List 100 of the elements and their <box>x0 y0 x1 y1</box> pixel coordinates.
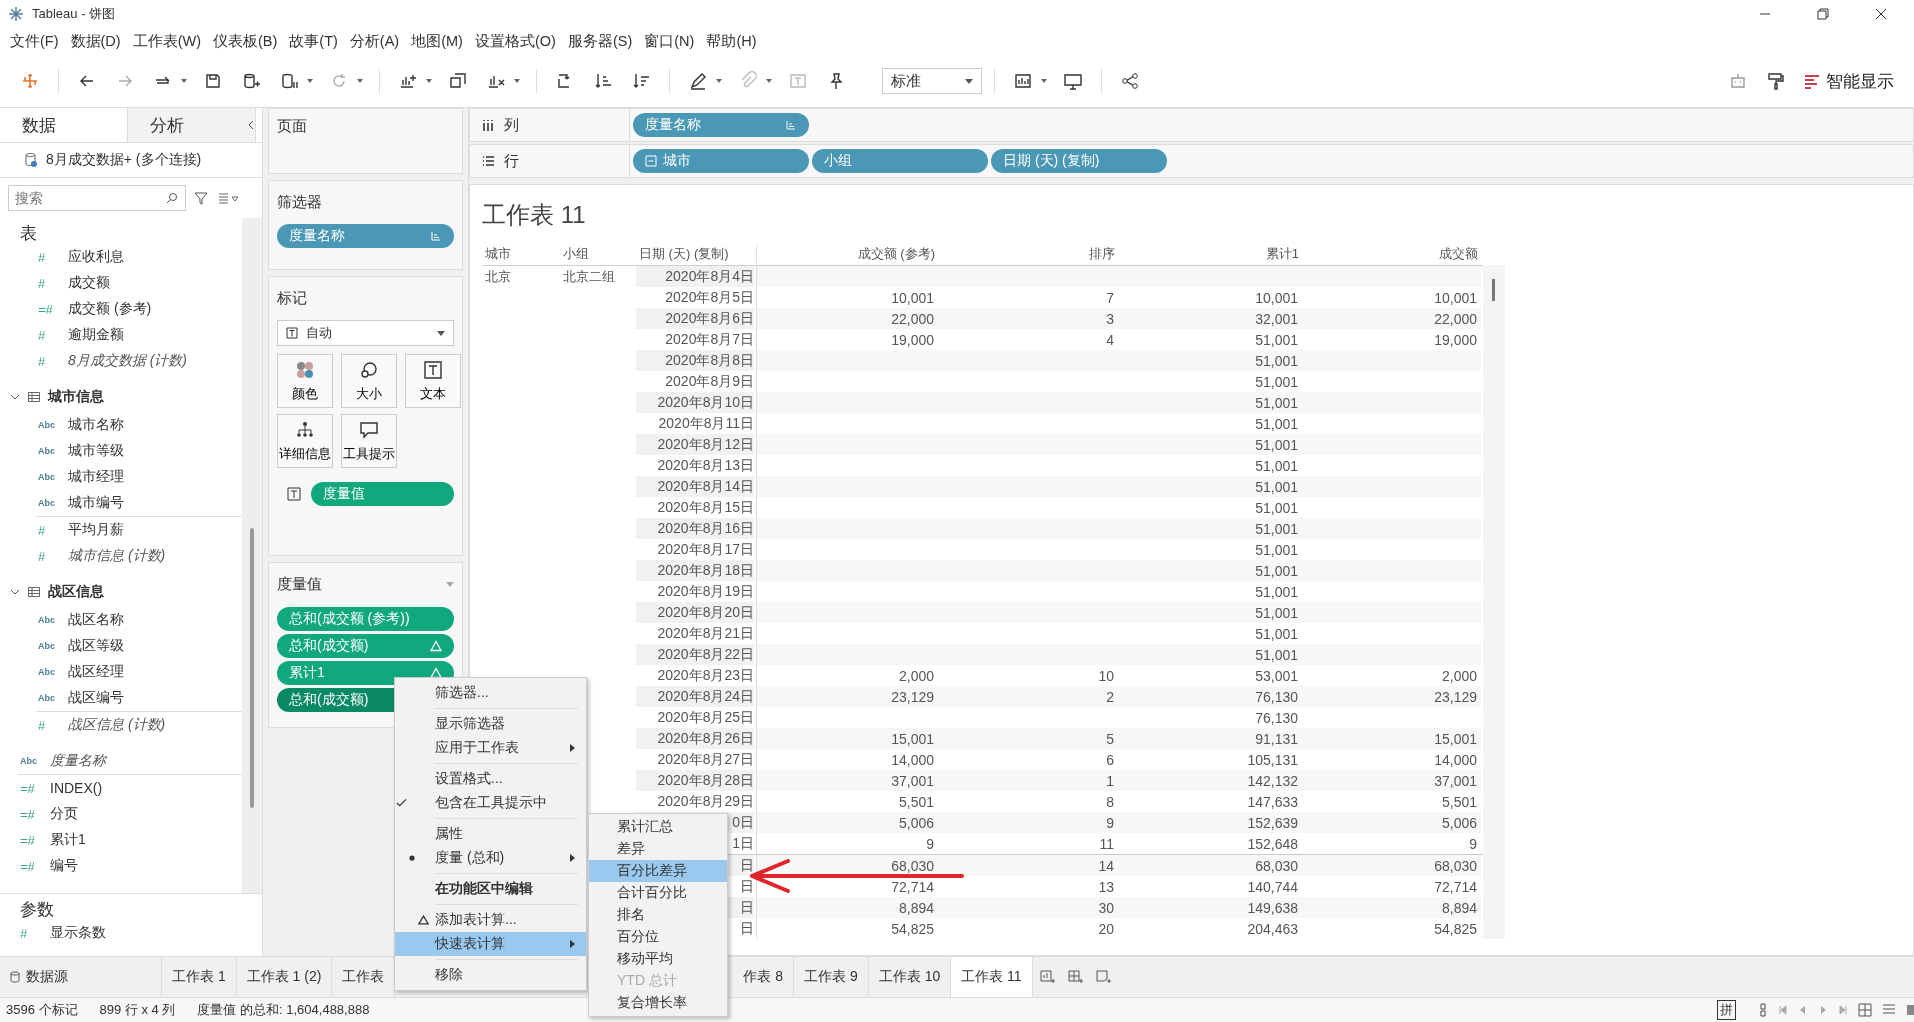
list-view-icon[interactable] <box>218 192 238 204</box>
caret-icon[interactable] <box>307 79 313 83</box>
menu-item[interactable]: 文件(F) <box>4 32 65 51</box>
data-source-name[interactable]: 8月成交数据+ (多个连接) <box>46 151 202 169</box>
menu-item[interactable]: 属性 <box>395 822 586 846</box>
field-item[interactable]: 8月成交数据 (计数) <box>68 352 187 370</box>
menu-item[interactable]: 合计百分比 <box>589 882 727 904</box>
menu-item[interactable]: 分析(A) <box>343 32 406 51</box>
field-item[interactable]: 战区经理 <box>68 663 124 681</box>
caret-icon[interactable] <box>514 79 520 83</box>
menu-item[interactable]: 添加表计算... <box>395 908 586 932</box>
menu-item[interactable]: 故事(T) <box>283 32 344 51</box>
caret-icon[interactable] <box>357 79 363 83</box>
share-icon[interactable] <box>1120 71 1140 91</box>
field-item[interactable]: 编号 <box>50 857 78 875</box>
field-item[interactable]: 应收利息 <box>68 248 124 266</box>
table-name[interactable]: 城市信息 <box>48 388 104 406</box>
grid-view-icon[interactable] <box>1858 1003 1872 1017</box>
scrollbar-thumb[interactable] <box>1492 279 1495 301</box>
field-item[interactable]: 成交额 <box>68 274 110 292</box>
menu-item[interactable]: 快速表计算 <box>395 932 586 956</box>
save-icon[interactable] <box>203 71 223 91</box>
caret-icon[interactable] <box>181 79 187 83</box>
menu-item[interactable]: 地图(M) <box>405 32 469 51</box>
field-item[interactable]: 战区信息 (计数) <box>68 716 166 734</box>
paint-roller-icon[interactable] <box>1766 71 1786 91</box>
field-item[interactable]: 平均月薪 <box>68 521 124 539</box>
menu-item[interactable]: 在功能区中编辑 <box>395 877 586 901</box>
table-cell: 9 <box>1106 814 1114 831</box>
menu-item[interactable]: 服务器(S) <box>561 32 639 51</box>
menu-item[interactable]: 窗口(N) <box>638 32 701 51</box>
maximize-icon[interactable] <box>1817 8 1829 20</box>
field-item[interactable]: 度量名称 <box>50 752 106 770</box>
show-me-button[interactable]: 智能显示 <box>1798 65 1900 97</box>
parameter-item[interactable]: 显示条数 <box>50 924 106 942</box>
table-cell: 9 <box>1469 835 1477 852</box>
bar-chart-icon[interactable] <box>1013 71 1033 91</box>
menu-item[interactable]: 数据(D) <box>64 32 127 51</box>
collapse-chevron-icon[interactable] <box>248 120 254 130</box>
menu-item[interactable]: 百分位 <box>589 926 727 948</box>
field-item[interactable]: INDEX() <box>50 780 103 796</box>
field-item[interactable]: 城市等级 <box>68 442 124 460</box>
duplicate-icon[interactable] <box>448 71 468 91</box>
expand-chevron-icon[interactable] <box>10 392 20 402</box>
field-item[interactable]: 战区等级 <box>68 637 124 655</box>
text-mark-button[interactable]: 文本 <box>405 354 461 408</box>
caret-icon[interactable] <box>716 79 722 83</box>
scrollbar-thumb[interactable] <box>250 528 254 808</box>
pane-tab[interactable]: 分析 <box>128 108 256 142</box>
menu-item[interactable]: 包含在工具提示中 <box>395 791 586 815</box>
field-item[interactable]: 成交额 (参考) <box>68 300 152 318</box>
field-item[interactable]: 城市编号 <box>68 494 124 512</box>
field-item[interactable]: 逾期金额 <box>68 326 124 344</box>
menu-item[interactable]: 帮助(H) <box>700 32 763 51</box>
table-name[interactable]: 战区信息 <box>48 583 104 601</box>
field-item[interactable]: 分页 <box>50 805 78 823</box>
menu-item[interactable]: 复合增长率 <box>589 992 727 1014</box>
menu-item[interactable]: 累计汇总 <box>589 816 727 838</box>
sheet-tab[interactable]: 工作表 11 <box>951 957 1033 997</box>
field-item[interactable]: 城市信息 (计数) <box>68 547 166 565</box>
caret-icon[interactable] <box>1041 79 1047 83</box>
expand-chevron-icon[interactable] <box>10 587 20 597</box>
input-method-indicator[interactable]: 拼 <box>1717 1000 1736 1020</box>
new-dashboard-icon[interactable] <box>1066 969 1083 985</box>
tooltip-mark-button[interactable]: 工具提示 <box>341 414 397 468</box>
new-story-icon[interactable] <box>1094 969 1111 985</box>
field-type-icon: Abc <box>38 420 60 430</box>
search-field[interactable]: 搜索 <box>8 185 186 211</box>
date-cell: 2020年8月16日 <box>657 519 754 538</box>
field-item[interactable]: 累计1 <box>50 831 86 849</box>
field-item[interactable]: 城市名称 <box>68 416 124 434</box>
menu-item[interactable]: 仪表板(B) <box>207 32 284 51</box>
menu-item[interactable]: 显示筛选器 <box>395 712 586 736</box>
mark-type-dropdown[interactable]: 自动 <box>277 320 454 346</box>
caret-icon[interactable] <box>766 79 772 83</box>
size-mark-button[interactable]: 大小 <box>341 354 397 408</box>
new-worksheet-icon[interactable] <box>1038 969 1055 985</box>
presentation-icon[interactable] <box>1063 71 1083 91</box>
new-data-source-icon[interactable] <box>241 71 261 91</box>
close-icon[interactable] <box>1875 8 1887 20</box>
fit-dropdown[interactable]: 标准 <box>882 68 982 94</box>
caret-icon[interactable] <box>426 79 432 83</box>
detail-mark-button[interactable]: 详细信息 <box>277 414 333 468</box>
menu-item[interactable]: 移动平均 <box>589 948 727 970</box>
menu-item[interactable]: 设置格式(O) <box>468 32 562 51</box>
menu-item[interactable]: 设置格式... <box>395 767 586 791</box>
field-item[interactable]: 战区名称 <box>68 611 124 629</box>
menu-item[interactable]: 百分比差异 <box>589 860 727 882</box>
menu-item[interactable]: 度量 (总和) <box>395 846 586 870</box>
menu-item[interactable]: 应用于工作表 <box>395 736 586 760</box>
menu-item[interactable]: 排名 <box>589 904 727 926</box>
field-item[interactable]: 城市经理 <box>68 468 124 486</box>
menu-item[interactable]: 差异 <box>589 838 727 860</box>
filter-icon[interactable] <box>194 191 208 205</box>
highlighter-icon[interactable] <box>688 71 708 91</box>
menu-item[interactable]: 工作表(W) <box>126 32 207 51</box>
menu-item[interactable]: 移除 <box>395 963 586 987</box>
link-icon[interactable] <box>1758 1003 1768 1017</box>
field-item[interactable]: 战区编号 <box>68 689 124 707</box>
color-mark-button[interactable]: 颜色 <box>277 354 333 408</box>
